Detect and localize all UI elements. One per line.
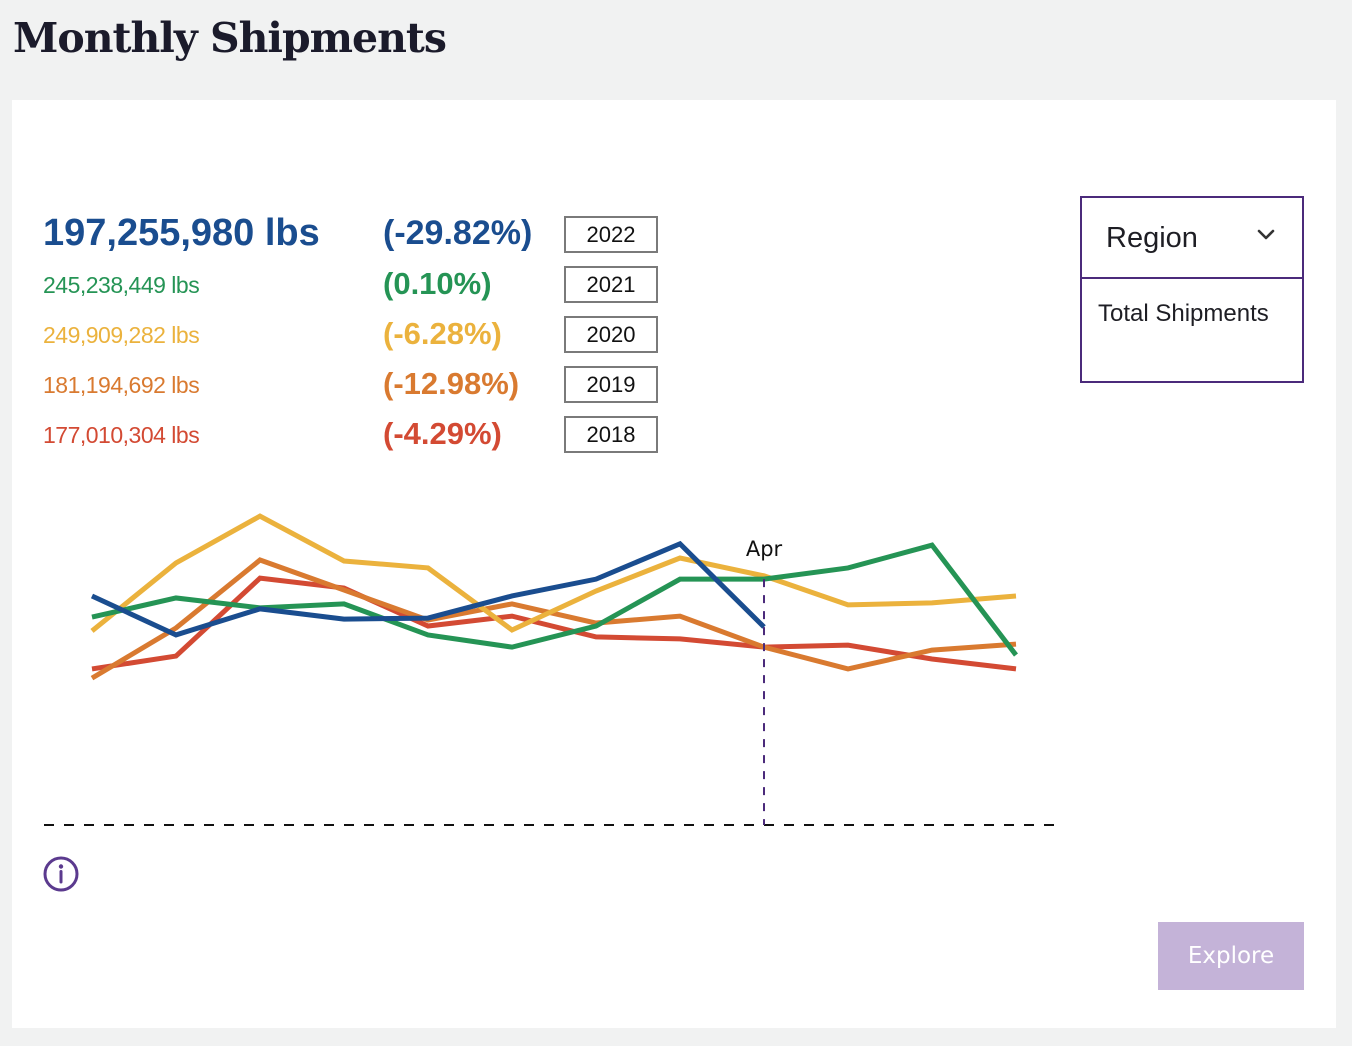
info-icon[interactable] [43, 856, 79, 892]
hover-marker-label: Apr [746, 537, 783, 561]
series-line-2018[interactable] [91, 575, 1017, 672]
shipments-card: 197,255,980 lbs (-29.82%) 2022 245,238,4… [12, 100, 1336, 1028]
monthly-shipments-line-chart: Apr [44, 513, 1056, 826]
series-line-2021[interactable] [91, 542, 1018, 657]
explore-button[interactable]: Explore [1158, 922, 1304, 990]
page-title: Monthly Shipments [13, 14, 447, 62]
